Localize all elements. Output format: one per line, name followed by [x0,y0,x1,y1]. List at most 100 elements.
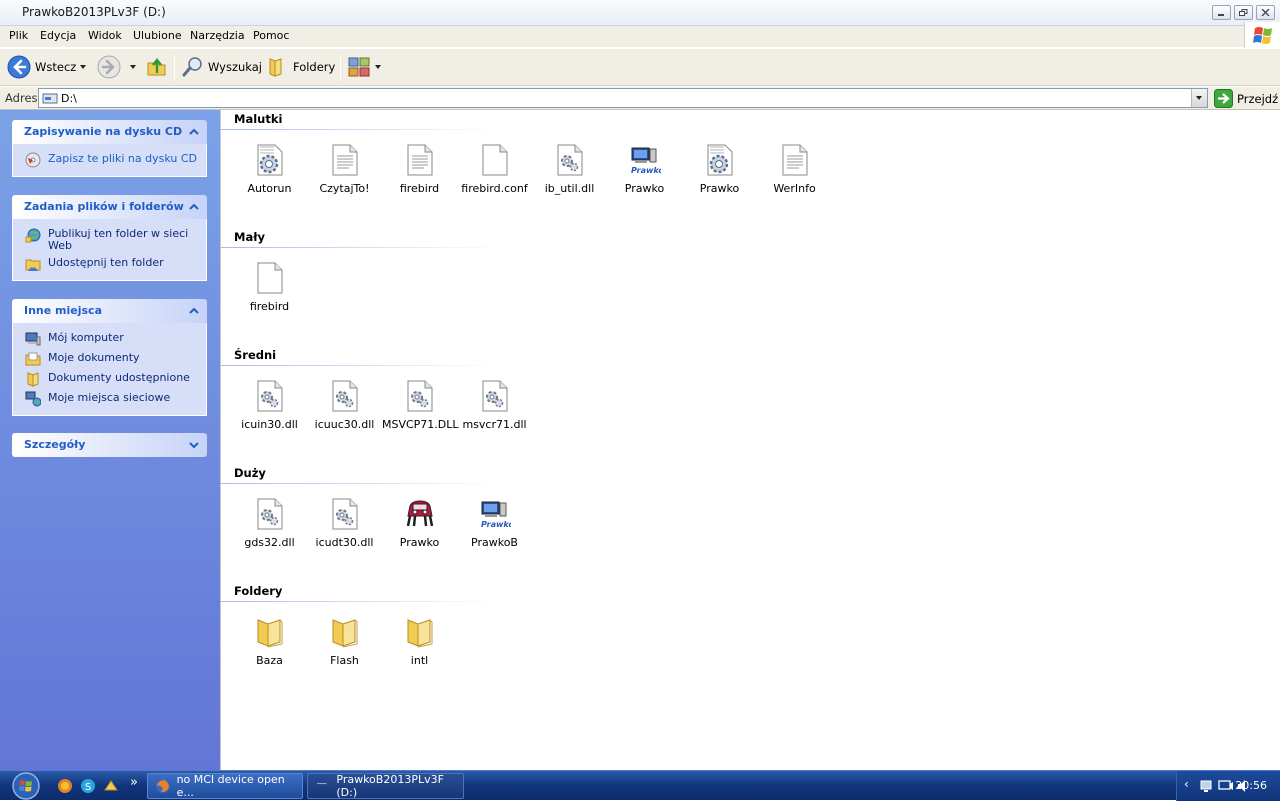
quicklaunch-more-icon[interactable]: » [130,775,138,790]
dll-file-icon [407,380,433,412]
file-item[interactable]: Baza [232,616,307,674]
collapse-icon[interactable] [188,305,200,317]
file-item[interactable]: msvcr71.dll [457,380,532,438]
group-divider [221,483,501,484]
start-button[interactable] [10,772,42,800]
up-folder-button[interactable] [146,49,168,85]
task-share-folder[interactable]: Udostępnij ten folder [13,254,206,274]
group-title: Foldery [234,584,283,598]
file-item[interactable]: gds32.dll [232,498,307,556]
address-label: Adres [5,91,38,105]
menu-tools[interactable]: Narzędzia [190,29,245,42]
file-item[interactable]: firebird [382,144,457,202]
file-item[interactable]: CzytajTo! [307,144,382,202]
menu-edit[interactable]: Edycja [40,29,76,42]
file-item[interactable]: firebird [232,262,307,320]
file-view: Malutki Autorun CzytajTo! firebird firebird.… [220,110,1280,770]
file-item[interactable]: firebird.conf [457,144,532,202]
folders-button[interactable]: Foldery [267,49,335,85]
views-button[interactable] [348,49,381,85]
group-divider [221,601,501,602]
file-item[interactable]: Autorun [232,144,307,202]
menu-favorites[interactable]: Ulubione [133,29,182,42]
back-dropdown[interactable] [80,49,86,85]
search-label: Wyszukaj [208,60,262,74]
menu-file[interactable]: Plik [9,29,28,42]
task-label: Publikuj ten folder w sieci Web [48,227,189,252]
file-item[interactable]: Prawko PrawkoB [457,498,532,556]
details-panel: Szczegóły [12,433,207,457]
folder-icon [257,619,283,648]
title-bar: PrawkoB2013PLv3F (D:) [0,0,1280,26]
collapse-icon[interactable] [188,201,200,213]
file-name: Prawko [624,182,665,195]
taskbar-button-explorer[interactable]: PrawkoB2013PLv3F (D:) [307,773,464,799]
back-label: Wstecz [35,60,77,74]
windows-logo [1244,22,1280,49]
file-name: Autorun [247,182,292,195]
menu-help[interactable]: Pomoc [253,29,289,42]
toolbar-separator [340,55,341,81]
place-shared-documents[interactable]: Dokumenty udostępnione [13,369,206,389]
dll-file-icon [332,380,358,412]
prawko-app-icon: Prawko [481,501,511,529]
folder-icon [407,619,433,648]
address-input[interactable]: D:\ [38,88,1208,108]
file-name: icudt30.dll [315,536,374,549]
menu-view[interactable]: Widok [88,29,122,42]
address-dropdown[interactable] [1191,89,1207,107]
file-item[interactable]: Prawko [682,144,757,202]
file-tasks-header[interactable]: Zadania plików i folderów [12,195,207,219]
taskbar-button-firefox[interactable]: no MCI device open e... [147,773,303,799]
other-places-header[interactable]: Inne miejsca [12,299,207,323]
group-title: Duży [234,466,266,480]
text-file-icon [407,144,433,176]
quicklaunch-app-icon[interactable] [103,778,119,794]
task-burn-cd[interactable]: Zapisz te pliki na dysku CD [13,150,206,170]
tray-expand-icon[interactable]: ‹ [1184,777,1189,791]
task-publish-web[interactable]: Publikuj ten folder w sieci Web [13,225,206,254]
file-item[interactable]: icudt30.dll [307,498,382,556]
close-button[interactable] [1256,5,1275,20]
expand-icon[interactable] [188,439,200,451]
maximize-button[interactable] [1234,5,1253,20]
network-tray-icon[interactable] [1199,778,1215,794]
close-icon [1261,9,1270,16]
minimize-button[interactable] [1212,5,1231,20]
quicklaunch-skype-icon[interactable]: S [80,778,96,794]
file-name: WerInfo [773,182,816,195]
back-button[interactable]: Wstecz [7,49,76,85]
file-item[interactable]: icuin30.dll [232,380,307,438]
forward-dropdown[interactable] [130,49,136,85]
search-button[interactable]: Wyszukaj [182,49,262,85]
drive-icon [42,93,58,104]
system-tray: ‹ 20:56 [1176,771,1280,801]
file-item[interactable]: Prawko Prawko [607,144,682,202]
file-item[interactable]: intl [382,616,457,674]
file-item[interactable]: MSVCP71.DLL [382,380,459,438]
forward-button[interactable] [97,49,121,85]
file-item[interactable]: WerInfo [757,144,832,202]
views-icon [348,57,370,77]
file-name: gds32.dll [244,536,295,549]
details-header[interactable]: Szczegóły [12,433,207,457]
toolbar-separator [174,55,175,81]
file-item[interactable]: ib_util.dll [532,144,607,202]
file-name: Flash [330,654,359,667]
place-my-computer[interactable]: Mój komputer [13,329,206,349]
shared-documents-icon [27,372,39,387]
place-network[interactable]: Moje miejsca sieciowe [13,389,206,409]
go-button[interactable]: Przejdź [1214,89,1278,108]
file-item[interactable]: Prawko [382,498,457,556]
file-name: Prawko [699,182,740,195]
file-tasks-title: Zadania plików i folderów [24,200,184,213]
collapse-icon[interactable] [188,126,200,138]
file-item[interactable]: icuuc30.dll [307,380,382,438]
address-value: D:\ [61,92,77,105]
display-tray-icon[interactable] [1218,778,1234,794]
cd-panel-header[interactable]: Zapisywanie na dysku CD [12,120,207,144]
file-item[interactable]: Flash [307,616,382,674]
place-my-documents[interactable]: Moje dokumenty [13,349,206,369]
quicklaunch-firefox-icon[interactable] [57,778,73,794]
file-name: PrawkoB [471,536,518,549]
